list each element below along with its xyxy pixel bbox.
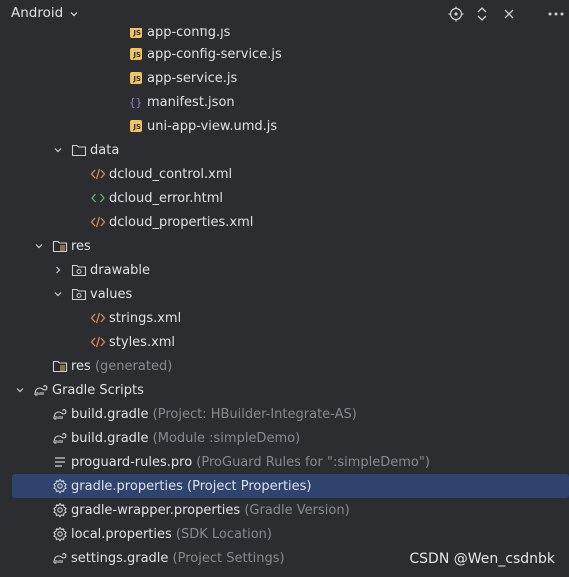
folder-label: values — [90, 286, 133, 302]
tree-row[interactable]: JS app-config-service.js — [0, 42, 569, 66]
file-label: dcloud_error.html — [109, 190, 223, 206]
file-label: build.gradle (Project: HBuilder-Integrat… — [71, 406, 357, 422]
xml-file-icon — [90, 166, 106, 182]
xml-file-icon — [90, 214, 106, 230]
html-file-icon — [90, 190, 106, 206]
file-label: styles.xml — [109, 334, 176, 350]
tree-row[interactable]: Gradle Scripts — [0, 378, 569, 402]
file-label: build.gradle (Module :simpleDemo) — [71, 430, 301, 446]
file-label: uni-app-view.umd.js — [147, 118, 278, 134]
folder-label: data — [90, 142, 120, 158]
folder-label: res (generated) — [71, 358, 173, 374]
chevron-right-icon[interactable] — [52, 264, 64, 276]
file-label: strings.xml — [109, 310, 182, 326]
hint-text: (Project Properties) — [187, 478, 312, 494]
tree-row[interactable]: res (generated) — [0, 354, 569, 378]
js-file-icon: JS — [128, 46, 144, 62]
xml-file-icon — [90, 310, 106, 326]
hint-text: (Project: HBuilder-Integrate-AS) — [152, 406, 357, 422]
view-selector[interactable]: Android — [11, 5, 79, 21]
settings-file-icon — [52, 502, 68, 518]
json-file-icon: {} — [128, 94, 144, 110]
tree-row[interactable]: res — [0, 234, 569, 258]
js-file-icon: JS — [128, 118, 144, 134]
package-folder-icon — [71, 262, 87, 278]
chevron-down-icon[interactable] — [14, 384, 26, 396]
svg-text:{}: {} — [129, 96, 142, 109]
tree-row[interactable]: strings.xml — [0, 306, 569, 330]
file-label: app-service.js — [147, 70, 238, 86]
tree-row[interactable]: build.gradle (Project: HBuilder-Integrat… — [0, 402, 569, 426]
tree-row[interactable]: JS uni-app-view.umd.js — [0, 114, 569, 138]
chevron-down-icon[interactable] — [52, 288, 64, 300]
close-icon[interactable] — [499, 4, 519, 24]
tree-row[interactable]: dcloud_error.html — [0, 186, 569, 210]
file-label: dcloud_properties.xml — [109, 214, 254, 230]
res-folder-icon — [52, 238, 68, 254]
project-panel-header: Android — [0, 0, 569, 28]
package-folder-icon — [71, 286, 87, 302]
gradle-icon — [52, 550, 68, 566]
folder-icon — [71, 142, 87, 158]
file-label: local.properties (SDK Location) — [71, 526, 272, 542]
file-label: settings.gradle (Project Settings) — [71, 550, 285, 566]
gradle-icon — [52, 406, 68, 422]
tree-row[interactable]: dcloud_control.xml — [0, 162, 569, 186]
hint-text: (Module :simpleDemo) — [152, 430, 301, 446]
hint-text: (Gradle Version) — [244, 502, 350, 518]
tree-row-selected[interactable]: gradle.properties (Project Properties) — [0, 474, 569, 498]
file-label: app-config-service.js — [147, 46, 282, 62]
tree-row[interactable]: data — [0, 138, 569, 162]
hint-text: (ProGuard Rules for ":simpleDemo") — [196, 454, 430, 470]
file-label: gradle.properties (Project Properties) — [71, 478, 312, 494]
file-label: dcloud_control.xml — [109, 166, 233, 182]
tree-row[interactable]: proguard-rules.pro (ProGuard Rules for "… — [0, 450, 569, 474]
file-label: app-config.js — [147, 28, 231, 40]
settings-file-icon — [52, 478, 68, 494]
js-file-icon: JS — [128, 28, 144, 40]
hint-text: (generated) — [94, 358, 173, 374]
gradle-icon — [33, 382, 49, 398]
view-title: Android — [11, 5, 64, 21]
more-icon[interactable] — [546, 4, 566, 24]
file-label: gradle-wrapper.properties (Gradle Versio… — [71, 502, 350, 518]
folder-label: Gradle Scripts — [52, 382, 144, 398]
tree-row[interactable]: drawable — [0, 258, 569, 282]
tree-row[interactable]: gradle-wrapper.properties (Gradle Versio… — [0, 498, 569, 522]
project-tree[interactable]: JS app-config.js JS app-config-service.j… — [0, 28, 569, 577]
tree-row[interactable]: values — [0, 282, 569, 306]
gradle-icon — [52, 430, 68, 446]
tree-row[interactable]: build.gradle (Module :simpleDemo) — [0, 426, 569, 450]
chevron-down-icon — [70, 12, 78, 17]
text-file-icon — [52, 454, 68, 470]
tree-row[interactable]: styles.xml — [0, 330, 569, 354]
file-label: manifest.json — [147, 94, 235, 110]
folder-label: drawable — [90, 262, 151, 278]
tree-row[interactable]: local.properties (SDK Location) — [0, 522, 569, 546]
xml-file-icon — [90, 334, 106, 350]
tree-row[interactable]: dcloud_properties.xml — [0, 210, 569, 234]
locate-icon[interactable] — [446, 4, 466, 24]
chevron-down-icon[interactable] — [33, 240, 45, 252]
folder-label: res — [71, 238, 91, 254]
res-folder-icon — [52, 358, 68, 374]
file-label: proguard-rules.pro (ProGuard Rules for "… — [71, 454, 430, 470]
js-file-icon: JS — [128, 70, 144, 86]
watermark: CSDN @Wen_csdnbk — [409, 551, 555, 567]
hint-text: (Project Settings) — [172, 550, 285, 566]
settings-file-icon — [52, 526, 68, 542]
hint-text: (SDK Location) — [175, 526, 272, 542]
chevron-down-icon[interactable] — [52, 144, 64, 156]
expand-collapse-icon[interactable] — [472, 4, 492, 24]
tree-row[interactable]: {} manifest.json — [0, 90, 569, 114]
tree-row[interactable]: JS app-service.js — [0, 66, 569, 90]
